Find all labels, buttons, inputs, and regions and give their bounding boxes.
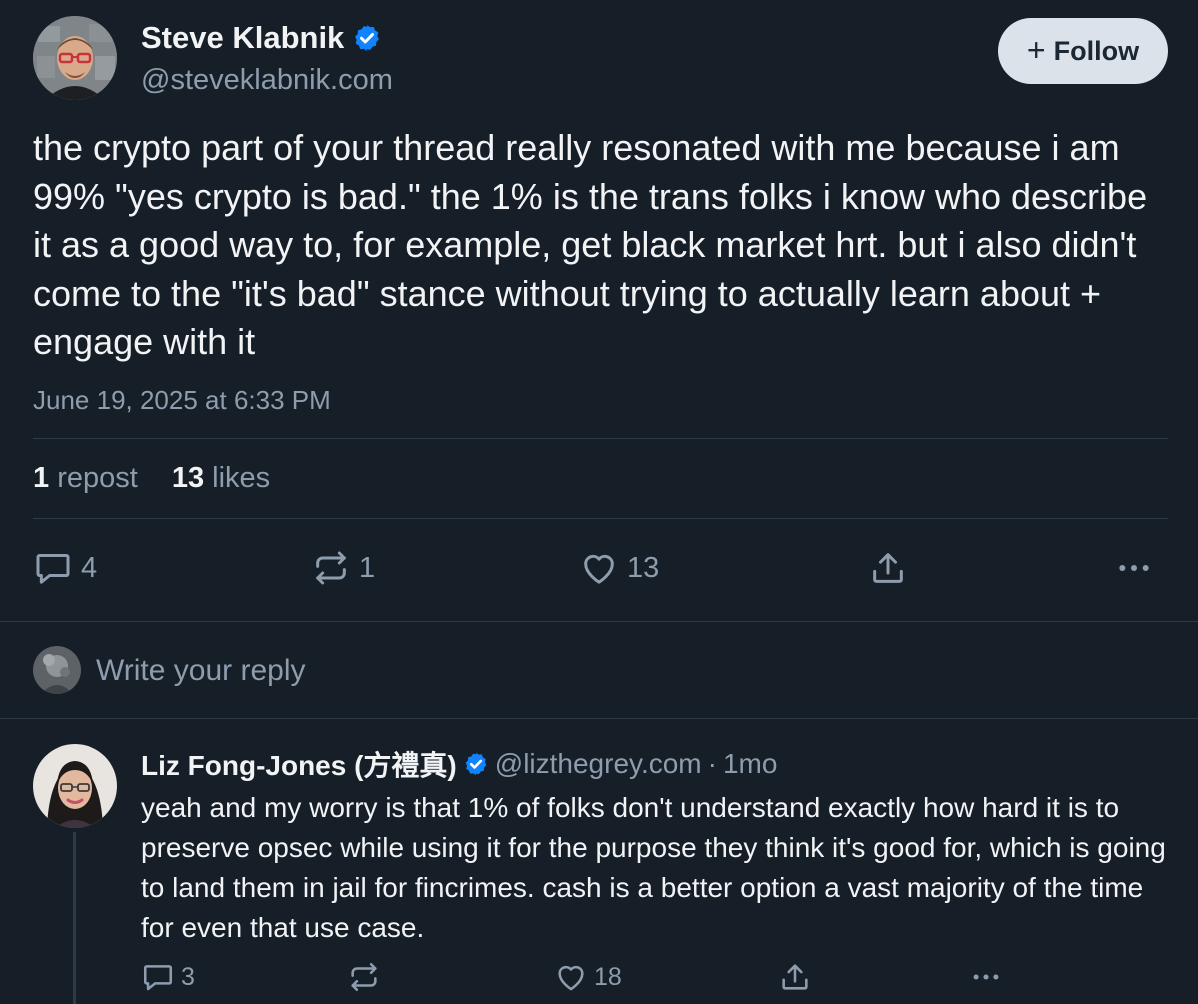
heart-icon [558, 965, 584, 991]
follow-label: Follow [1053, 35, 1140, 66]
author-name[interactable]: Steve Klabnik [141, 20, 344, 56]
reply-reply-button[interactable]: 3 [141, 960, 195, 994]
share-icon [873, 553, 903, 583]
comment-icon [143, 965, 173, 991]
current-user-avatar [33, 646, 81, 694]
repost-count: 1 [359, 551, 376, 584]
reply-repost-button[interactable] [347, 960, 381, 994]
post-text: the crypto part of your thread really re… [33, 127, 1158, 362]
reply-author-name[interactable]: Liz Fong-Jones (方禮真) [141, 744, 457, 784]
reply-count: 4 [81, 551, 98, 584]
reply-author-row: Liz Fong-Jones (方禮真) @lizthegrey.com · 1… [141, 744, 777, 784]
reply-input-placeholder[interactable]: Write your reply [96, 654, 306, 688]
follow-button[interactable]: + Follow [998, 18, 1168, 84]
likes-count: 13 [171, 462, 205, 494]
reposts-count: 1 [33, 462, 50, 494]
like-button[interactable]: 13 [579, 548, 659, 588]
reply-share-button[interactable] [778, 960, 812, 994]
reply-like-count: 18 [594, 962, 622, 991]
reply-button[interactable]: 4 [33, 548, 97, 588]
section-divider [0, 718, 1198, 719]
separator-dot: · [707, 748, 717, 779]
likes-stat[interactable]: 13 likes [172, 462, 270, 495]
reply-more-options-button[interactable] [969, 960, 1003, 994]
likes-label: likes [212, 462, 271, 494]
reply-text: yeah and my worry is that 1% of folks do… [141, 792, 1166, 943]
like-count: 13 [627, 551, 660, 584]
reposts-label: repost [57, 462, 138, 494]
comment-icon [36, 554, 70, 584]
more-icon [973, 974, 999, 980]
divider [33, 518, 1168, 519]
heart-icon [584, 554, 614, 584]
verified-badge-icon [465, 752, 487, 776]
repost-icon [316, 551, 346, 585]
more-options-button[interactable] [1114, 548, 1154, 588]
reply-author-avatar[interactable] [33, 744, 117, 828]
thread-line [73, 832, 76, 1004]
reply-like-button[interactable]: 18 [554, 960, 622, 994]
plus-icon: + [1026, 31, 1046, 68]
reply-time[interactable]: 1mo [723, 748, 777, 780]
reposts-stat[interactable]: 1 repost [33, 462, 138, 495]
author-handle[interactable]: @steveklabnik.com [141, 64, 393, 97]
reply-reply-count: 3 [181, 962, 195, 991]
author-avatar[interactable] [33, 16, 117, 100]
more-icon [1119, 565, 1149, 571]
post-stats: 1 repost 13 likes [33, 462, 270, 495]
post-timestamp: June 19, 2025 at 6:33 PM [33, 385, 331, 415]
verified-badge-icon [355, 24, 380, 52]
divider [33, 438, 1168, 439]
author-name-row[interactable]: Steve Klabnik [141, 20, 382, 56]
share-button[interactable] [868, 548, 908, 588]
reply-author-handle[interactable]: @lizthegrey.com [495, 748, 702, 780]
repost-button[interactable]: 1 [311, 548, 375, 588]
repost-icon [351, 962, 377, 992]
share-icon [782, 964, 808, 990]
